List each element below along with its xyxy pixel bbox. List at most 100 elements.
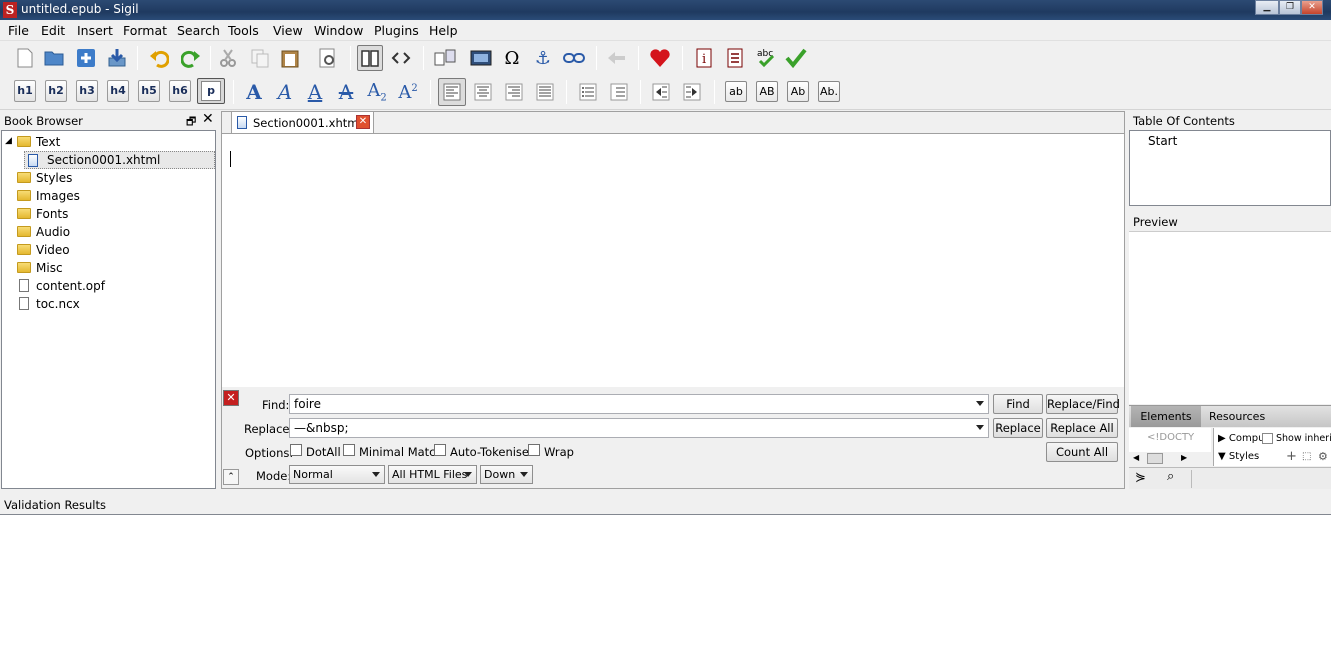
toc-item-start[interactable]: Start <box>1148 134 1177 148</box>
insert-image-button[interactable] <box>468 45 494 71</box>
align-center-button[interactable] <box>470 79 496 105</box>
expand-arrow-icon[interactable]: ◢ <box>5 136 12 146</box>
close-find-replace-icon[interactable]: ✕ <box>223 390 239 406</box>
minimal-match-checkbox[interactable] <box>343 444 355 456</box>
uppercase-button[interactable]: AB <box>756 81 778 102</box>
open-button[interactable] <box>42 45 68 71</box>
align-right-button[interactable] <box>501 79 527 105</box>
code-view-button[interactable] <box>388 45 414 71</box>
scope-select[interactable]: All HTML Files <box>388 465 477 484</box>
collapse-find-icon[interactable]: ⌃ <box>223 469 239 485</box>
insert-special-char-button[interactable]: Ω <box>499 45 525 71</box>
replace-input[interactable]: —&nbsp; <box>289 418 989 438</box>
tab-section0001[interactable]: Section0001.xhtml ✕ <box>231 111 374 134</box>
titlecase-button[interactable]: Ab <box>787 81 809 102</box>
preview-view[interactable] <box>1129 231 1331 404</box>
close-panel-icon[interactable]: ✕ <box>202 111 214 127</box>
spellcheck-view-button[interactable] <box>315 45 341 71</box>
tree-item-video-folder[interactable]: Video <box>2 241 215 259</box>
lowercase-button[interactable]: ab <box>725 81 747 102</box>
tree-item-audio-folder[interactable]: Audio <box>2 223 215 241</box>
direction-select[interactable]: Down <box>480 465 533 484</box>
menu-format[interactable]: Format <box>123 23 167 38</box>
tree-item-fonts-folder[interactable]: Fonts <box>2 205 215 223</box>
tree-item-toc-ncx[interactable]: toc.ncx <box>2 295 215 313</box>
italic-button[interactable]: A <box>272 79 298 105</box>
increase-indent-button[interactable] <box>679 79 705 105</box>
validation-results-list[interactable] <box>0 514 1331 653</box>
underline-button[interactable]: A <box>302 79 328 105</box>
tree-item-text-folder[interactable]: ◢ Text <box>2 133 215 151</box>
heading-3-button[interactable]: h3 <box>76 80 98 102</box>
console-icon[interactable]: ⋟ <box>1135 470 1146 485</box>
menu-view[interactable]: View <box>273 23 303 38</box>
paste-button[interactable] <box>277 45 303 71</box>
count-all-button[interactable]: Count All <box>1046 442 1118 462</box>
copy-button[interactable] <box>247 45 273 71</box>
split-section-button[interactable] <box>432 45 458 71</box>
menu-plugins[interactable]: Plugins <box>374 23 419 38</box>
menu-help[interactable]: Help <box>429 23 458 38</box>
auto-tokenise-checkbox[interactable] <box>434 444 446 456</box>
justify-button[interactable] <box>532 79 558 105</box>
menu-edit[interactable]: Edit <box>41 23 65 38</box>
heading-5-button[interactable]: h5 <box>138 80 160 102</box>
heading-4-button[interactable]: h4 <box>107 80 129 102</box>
bold-button[interactable]: A <box>241 79 267 105</box>
tree-item-images-folder[interactable]: Images <box>2 187 215 205</box>
menu-search[interactable]: Search <box>177 23 220 38</box>
tree-item-content-opf[interactable]: content.opf <box>2 277 215 295</box>
edit-toc-button[interactable] <box>722 45 748 71</box>
metadata-editor-button[interactable]: i <box>691 45 717 71</box>
tab-close-icon[interactable]: ✕ <box>356 115 370 129</box>
inspector-tab-resources[interactable]: Resources <box>1209 410 1265 423</box>
bullet-list-button[interactable] <box>575 79 601 105</box>
styles-row[interactable]: ▼ Styles <box>1218 451 1259 462</box>
menu-insert[interactable]: Insert <box>77 23 113 38</box>
scroll-right-icon[interactable]: ▶ <box>1181 453 1187 462</box>
element-state-icon[interactable]: ⬚ <box>1302 451 1311 462</box>
add-file-button[interactable] <box>73 45 99 71</box>
book-view-button[interactable] <box>357 45 383 71</box>
inspector-dom-pane[interactable]: <!DOCTY ◀ ▶ <box>1129 428 1211 466</box>
insert-anchor-button[interactable]: ⚓ <box>530 45 556 71</box>
heading-2-button[interactable]: h2 <box>45 80 67 102</box>
dotall-checkbox[interactable] <box>290 444 302 456</box>
align-left-button[interactable] <box>438 78 466 106</box>
superscript-button[interactable]: A2 <box>395 79 421 105</box>
new-file-button[interactable] <box>12 45 38 71</box>
find-input[interactable]: foire <box>289 394 989 414</box>
sentencecase-button[interactable]: Ab. <box>818 81 840 102</box>
replace-find-button[interactable]: Replace/Find <box>1046 394 1120 414</box>
menu-file[interactable]: File <box>8 23 29 38</box>
scroll-thumb[interactable] <box>1147 453 1163 464</box>
tree-item-section0001[interactable]: Section0001.xhtml <box>24 151 215 169</box>
settings-gear-icon[interactable]: ⚙ <box>1318 450 1328 463</box>
inspector-h-scrollbar[interactable]: ◀ ▶ <box>1129 452 1211 466</box>
maximize-button[interactable]: ❐ <box>1279 0 1301 15</box>
search-icon[interactable]: ⌕ <box>1167 469 1174 484</box>
scroll-left-icon[interactable]: ◀ <box>1133 453 1139 462</box>
insert-link-button[interactable] <box>561 45 587 71</box>
heading-6-button[interactable]: h6 <box>169 80 191 102</box>
heading-1-button[interactable]: h1 <box>14 80 36 102</box>
tree-item-misc-folder[interactable]: Misc <box>2 259 215 277</box>
menu-window[interactable]: Window <box>314 23 363 38</box>
add-style-icon[interactable]: + <box>1286 449 1297 464</box>
go-back-button[interactable] <box>604 45 630 71</box>
validate-button[interactable] <box>783 45 809 71</box>
replace-all-button[interactable]: Replace All <box>1046 418 1118 438</box>
show-inherited-checkbox[interactable] <box>1262 433 1273 444</box>
numbered-list-button[interactable] <box>606 79 632 105</box>
save-button[interactable] <box>104 45 130 71</box>
spellcheck-button[interactable]: abc <box>753 45 779 71</box>
undo-button[interactable] <box>146 45 172 71</box>
redo-button[interactable] <box>178 45 204 71</box>
wrap-checkbox[interactable] <box>528 444 540 456</box>
inspector-tab-elements[interactable]: Elements <box>1131 406 1201 427</box>
donate-button[interactable] <box>647 45 673 71</box>
close-window-button[interactable]: ✕ <box>1301 0 1323 15</box>
strikethrough-button[interactable]: A <box>333 79 359 105</box>
find-button[interactable]: Find <box>993 394 1043 414</box>
replace-button[interactable]: Replace <box>993 418 1043 438</box>
